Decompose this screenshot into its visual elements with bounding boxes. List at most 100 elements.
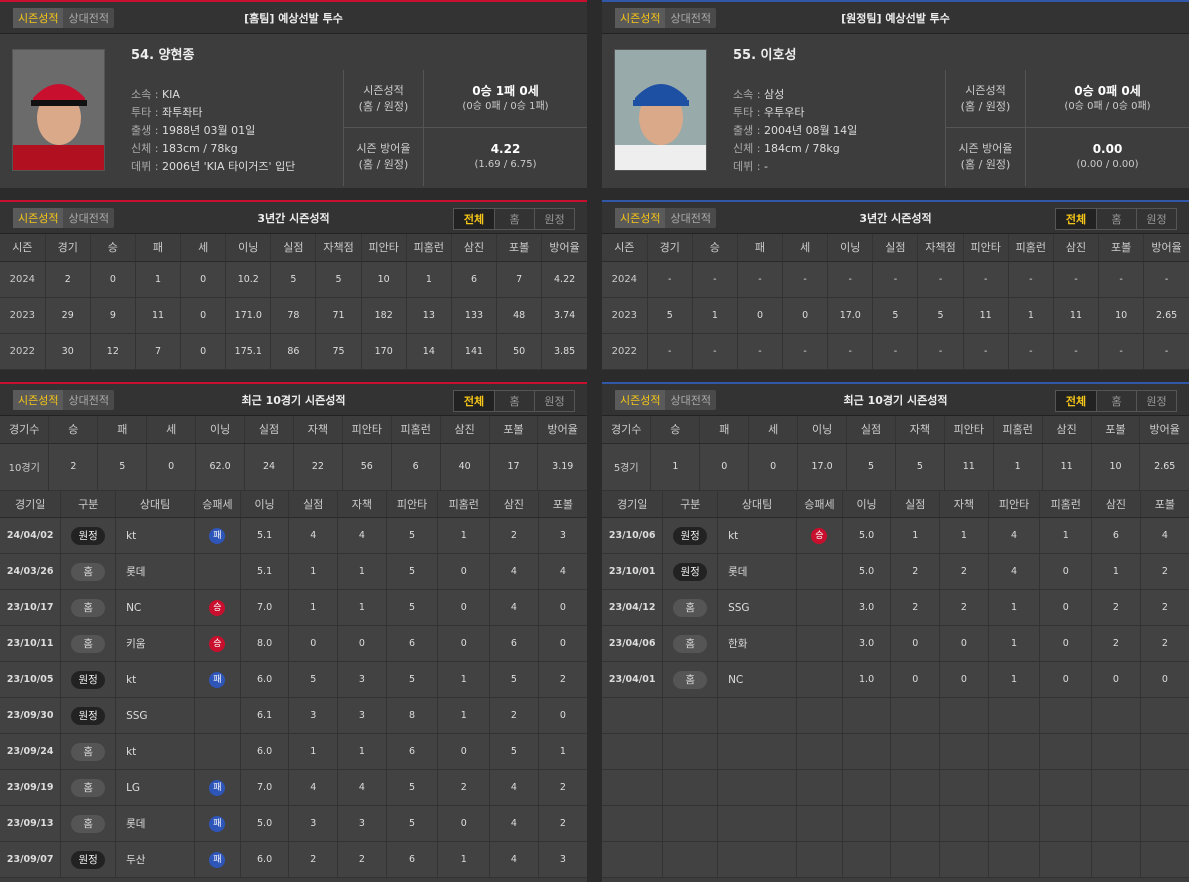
table-cell: 1: [135, 261, 182, 298]
game-row[interactable]: 24/03/26 홈 롯데 5.1 1 1 5 0 4 4: [0, 553, 587, 590]
table-cell: [602, 769, 664, 806]
summary-row: 5경기 1 0 0 17.0 5 5 11 1 11 10 2.65: [602, 443, 1189, 491]
game-row[interactable]: 23/09/13 홈 롯데 패 5.0 3 3 5 0 4 2: [0, 805, 587, 842]
game-row[interactable]: 23/09/24 홈 kt 6.0 1 1 6 0 5 1: [0, 733, 587, 770]
table-cell: 2024: [602, 261, 648, 298]
result-cell: 승: [194, 625, 241, 662]
table-cell: 4: [988, 517, 1041, 554]
game-row[interactable]: 24/04/02 원정 kt 패 5.1 4 4 5 1 2 3: [0, 517, 587, 554]
table-cell: 1: [988, 661, 1041, 698]
tab-season-stats[interactable]: 시즌성적: [615, 390, 666, 410]
table-cell: 2023: [602, 297, 648, 334]
table-cell: 1: [988, 589, 1041, 626]
filter-all[interactable]: 전체: [1056, 391, 1096, 411]
tab-head-to-head[interactable]: 상대전적: [63, 208, 113, 228]
venue-badge: 홈: [71, 634, 106, 653]
table-cell: [1039, 841, 1093, 878]
filter-all[interactable]: 전체: [1056, 209, 1096, 229]
filter-home[interactable]: 홈: [1096, 209, 1136, 229]
info-value: 좌투좌타: [161, 106, 203, 119]
table-cell: 0: [748, 443, 799, 491]
game-date: 23/10/17: [0, 589, 62, 626]
table-cell: 2.65: [1139, 443, 1189, 491]
game-date: 23/04/06: [602, 625, 664, 662]
table-cell: 10: [1091, 443, 1141, 491]
tab-season-stats[interactable]: 시즌성적: [13, 208, 64, 228]
tab-head-to-head[interactable]: 상대전적: [665, 8, 715, 28]
game-row[interactable]: 23/10/17 홈 NC 승 7.0 1 1 5 0 4 0: [0, 589, 587, 626]
game-row[interactable]: 23/09/30 원정 SSG 6.1 3 3 8 1 2 0: [0, 697, 587, 734]
tab-season-stats[interactable]: 시즌성적: [615, 208, 666, 228]
venue-cell: 원정: [60, 841, 117, 878]
game-row[interactable]: 23/10/06 원정 kt 승 5.0 1 1 4 1 6 4: [602, 517, 1189, 554]
column-header: 방어율: [541, 234, 587, 262]
info-label: 신체: [131, 142, 152, 155]
filter-home[interactable]: 홈: [494, 391, 534, 411]
tab-head-to-head[interactable]: 상대전적: [63, 390, 113, 410]
table-cell: [939, 769, 989, 806]
table-cell: [1039, 697, 1093, 734]
opponent-team: kt: [115, 733, 196, 770]
filter-away[interactable]: 원정: [534, 391, 574, 411]
game-row[interactable]: 23/09/07 원정 두산 패 6.0 2 2 6 1 4 3: [0, 841, 587, 878]
column-header: 구분: [662, 490, 719, 518]
table-cell: 5: [386, 805, 439, 842]
game-row[interactable]: 23/10/11 홈 키움 승 8.0 0 0 6 0 6 0: [0, 625, 587, 662]
filter-all[interactable]: 전체: [454, 209, 494, 229]
game-row[interactable]: 23/04/01 홈 NC 1.0 0 0 1 0 0 0: [602, 661, 1189, 698]
table-cell: 1: [993, 443, 1043, 491]
filter-away[interactable]: 원정: [1136, 391, 1176, 411]
panel-header: 시즌성적 상대전적 3년간 시즌성적 전체 홈 원정: [602, 202, 1189, 234]
tab-head-to-head[interactable]: 상대전적: [665, 390, 715, 410]
table-cell: 0: [782, 297, 829, 334]
table-cell: 14: [406, 333, 452, 370]
recent-summary-table: 경기수 승 패 세 이닝 실점 자책 피안타 피홈런 삼진 포볼 방어율 10경기 2 5 0 62.0 24 2…: [0, 416, 587, 491]
column-header: 삼진: [1053, 234, 1100, 262]
table-cell: 1: [1039, 517, 1093, 554]
table-cell: 0: [437, 589, 491, 626]
yearly-stats-table: 시즌 경기 승 패 세 이닝 실점 자책점 피안타 피홈런 삼진 포볼 방어율 2024- - - - - - - -…: [602, 234, 1189, 370]
result-badge: 패: [209, 851, 226, 868]
table-cell: 6: [386, 841, 439, 878]
tab-head-to-head[interactable]: 상대전적: [665, 208, 715, 228]
tab-head-to-head[interactable]: 상대전적: [63, 8, 113, 28]
table-cell: -: [827, 261, 874, 298]
table-cell: 2: [890, 589, 941, 626]
table-cell: 1: [406, 261, 452, 298]
table-cell: [796, 697, 843, 734]
tab-season-stats[interactable]: 시즌성적: [13, 8, 64, 28]
column-header: 피홈런: [437, 490, 491, 518]
column-header: 피홈런: [1008, 234, 1054, 262]
result-cell: [796, 589, 843, 626]
tab-season-stats[interactable]: 시즌성적: [13, 390, 64, 410]
column-header: 패: [135, 234, 182, 262]
game-row[interactable]: 23/09/19 홈 LG 패 7.0 4 4 5 2 4 2: [0, 769, 587, 806]
game-row[interactable]: 23/04/12 홈 SSG 3.0 2 2 1 0 2 2: [602, 589, 1189, 626]
game-date: 23/09/24: [0, 733, 62, 770]
table-cell: [890, 733, 941, 770]
column-header: 실점: [872, 234, 919, 262]
table-cell: 5: [846, 443, 896, 491]
game-row[interactable]: 23/10/05 원정 kt 패 6.0 5 3 5 1 5 2: [0, 661, 587, 698]
result-cell: 패: [194, 517, 241, 554]
column-header: 세: [180, 234, 227, 262]
era-label: 시즌 방어율 (홈 / 원정): [344, 128, 424, 186]
column-header: 패: [97, 416, 148, 444]
opponent-team: kt: [115, 517, 196, 554]
table-cell: 13: [406, 297, 452, 334]
table-cell: 1: [288, 589, 339, 626]
filter-away[interactable]: 원정: [1136, 209, 1176, 229]
filter-all[interactable]: 전체: [454, 391, 494, 411]
result-cell: [194, 697, 241, 734]
filter-away[interactable]: 원정: [534, 209, 574, 229]
tab-season-stats[interactable]: 시즌성적: [615, 8, 666, 28]
game-row[interactable]: 23/04/06 홈 한화 3.0 0 0 1 0 2 2: [602, 625, 1189, 662]
table-cell: 5: [386, 589, 439, 626]
home-yearly-panel: 시즌성적 상대전적 3년간 시즌성적 전체 홈 원정 시즌 경기 승 패 세 이닝 실점 자책점 피안타…: [0, 200, 587, 370]
filter-home[interactable]: 홈: [494, 209, 534, 229]
filter-home[interactable]: 홈: [1096, 391, 1136, 411]
game-row[interactable]: 23/10/01 원정 롯데 5.0 2 2 4 0 1 2: [602, 553, 1189, 590]
stat-tabs: 시즌성적 상대전적: [13, 208, 114, 228]
info-row: 소속 : 삼성: [733, 88, 785, 101]
column-header: 경기일: [0, 490, 62, 518]
